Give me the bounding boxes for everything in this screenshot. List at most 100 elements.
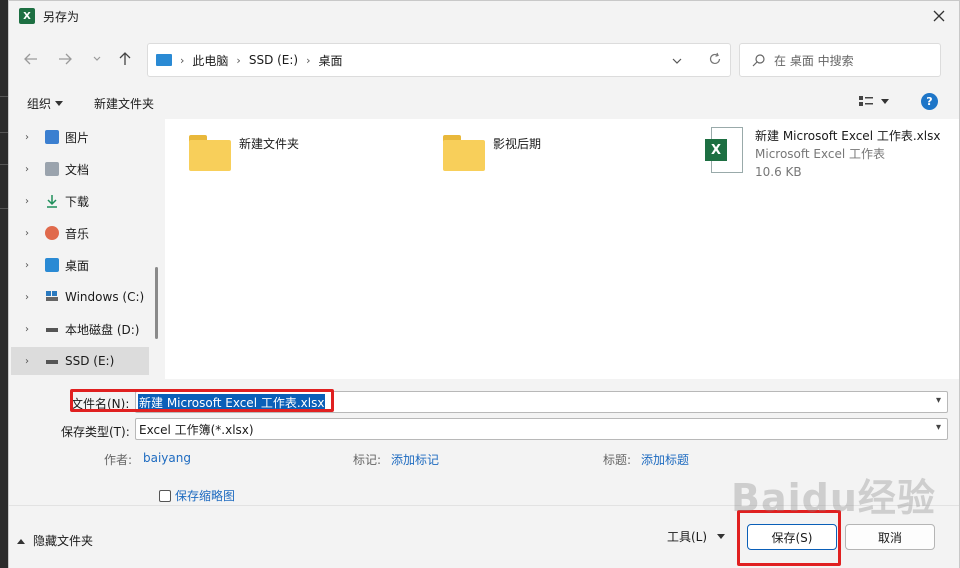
filetype-value: Excel 工作簿(*.xlsx) — [139, 422, 254, 437]
filetype-label: 保存类型(T): — [61, 425, 130, 439]
excel-app-icon: X — [19, 8, 35, 24]
nav-scrollbar[interactable] — [155, 267, 158, 339]
organize-menu-button[interactable]: 组织 — [27, 95, 64, 112]
background-strip — [0, 0, 8, 568]
chevron-down-icon — [672, 58, 682, 64]
navigation-pane: › 图片 › 文档 › 下载 › 音乐 › 桌面 › Windows (C:) — [9, 119, 165, 379]
file-name: 新建文件夹 — [239, 137, 300, 151]
sidebar-item-label: 本地磁盘 (D:) — [65, 322, 140, 337]
address-bar[interactable]: › 此电脑 › SSD (E:) › 桌面 — [147, 43, 731, 77]
recent-locations-button[interactable] — [87, 49, 107, 69]
sidebar-item-windows-c[interactable]: › Windows (C:) — [11, 283, 149, 311]
file-name: 新建 Microsoft Excel 工作表.xlsx — [755, 129, 941, 143]
chevron-right-icon[interactable]: › — [25, 260, 35, 271]
sidebar-item-music[interactable]: › 音乐 — [11, 219, 149, 247]
excel-file-icon: X — [705, 127, 743, 173]
sidebar-item-label: 音乐 — [65, 226, 90, 241]
caret-down-icon — [881, 98, 889, 104]
view-grid-icon — [859, 96, 873, 106]
sidebar-item-pictures[interactable]: › 图片 — [11, 123, 149, 151]
sidebar-item-downloads[interactable]: › 下载 — [11, 187, 149, 215]
chevron-right-icon: › — [306, 53, 311, 67]
save-as-dialog: X 另存为 › 此电脑 › SSD (E:) › 桌面 在 桌面 中搜索 组织 … — [8, 0, 960, 568]
tools-label: 工具(L) — [667, 530, 708, 544]
filetype-select[interactable]: Excel 工作簿(*.xlsx) ▾ — [135, 418, 948, 440]
chevron-down-icon: ▾ — [935, 422, 941, 433]
chevron-right-icon[interactable]: › — [25, 132, 35, 143]
forward-button[interactable] — [55, 49, 75, 69]
folder-icon — [189, 135, 231, 171]
back-button[interactable] — [21, 49, 41, 69]
breadcrumb-this-pc[interactable]: 此电脑 — [192, 52, 228, 69]
refresh-icon — [709, 52, 721, 65]
chevron-right-icon[interactable]: › — [25, 196, 35, 207]
breadcrumb-desktop[interactable]: 桌面 — [319, 52, 343, 69]
close-button[interactable] — [929, 6, 949, 26]
search-box[interactable]: 在 桌面 中搜索 — [739, 43, 941, 77]
hide-folders-toggle[interactable]: 隐藏文件夹 — [17, 532, 93, 549]
chevron-right-icon[interactable]: › — [25, 324, 35, 335]
file-list: 新建文件夹 影视后期 X 新建 Microsoft Excel 工作表.xlsx… — [165, 119, 959, 379]
file-type: Microsoft Excel 工作表 — [755, 147, 886, 161]
window-title: 另存为 — [43, 9, 80, 24]
file-size: 10.6 KB — [755, 165, 802, 179]
chevron-right-icon: › — [236, 53, 241, 67]
title-label: 标题: — [603, 453, 632, 467]
chevron-down-icon[interactable]: ▾ — [936, 395, 941, 406]
help-button[interactable]: ? — [921, 93, 938, 110]
save-thumbnail-checkbox[interactable]: 保存缩略图 — [159, 487, 235, 504]
desktop-icon — [45, 258, 59, 272]
sidebar-item-label: 图片 — [65, 130, 90, 145]
drive-icon — [46, 328, 58, 332]
help-icon: ? — [926, 95, 933, 108]
music-icon — [45, 226, 59, 240]
folder-icon — [443, 135, 485, 171]
checkbox-box[interactable] — [159, 489, 171, 502]
titlebar: X 另存为 — [9, 1, 959, 31]
arrow-up-icon — [119, 52, 131, 65]
this-pc-icon — [156, 54, 172, 66]
sidebar-item-ssd-e[interactable]: › SSD (E:) — [11, 347, 149, 375]
add-tags-link[interactable]: 添加标记 — [391, 451, 439, 468]
command-bar: 组织 新建文件夹 ? — [9, 87, 959, 119]
sidebar-item-local-disk-d[interactable]: › 本地磁盘 (D:) — [11, 315, 149, 343]
breadcrumb-ssd[interactable]: SSD (E:) — [249, 53, 298, 67]
navigation-row: › 此电脑 › SSD (E:) › 桌面 在 桌面 中搜索 — [9, 39, 959, 77]
caret-down-icon — [717, 534, 726, 539]
caret-up-icon — [17, 538, 25, 544]
watermark-logo: Baidu经验 — [731, 476, 936, 520]
sidebar-item-label: 下载 — [65, 194, 90, 209]
bg-tick — [0, 208, 8, 209]
up-button[interactable] — [115, 49, 135, 69]
search-placeholder: 在 桌面 中搜索 — [774, 53, 854, 68]
caret-down-icon — [55, 101, 64, 106]
address-history-dropdown[interactable] — [672, 53, 682, 67]
chevron-right-icon[interactable]: › — [25, 292, 35, 303]
arrow-left-icon — [24, 53, 37, 65]
tags-label: 标记: — [353, 453, 382, 467]
sidebar-item-documents[interactable]: › 文档 — [11, 155, 149, 183]
sidebar-item-label: SSD (E:) — [65, 354, 115, 368]
chevron-right-icon[interactable]: › — [25, 164, 35, 175]
save-thumbnail-label: 保存缩略图 — [175, 489, 236, 503]
documents-icon — [45, 162, 59, 176]
view-options-button[interactable] — [859, 95, 889, 107]
hide-folders-label: 隐藏文件夹 — [33, 534, 94, 548]
file-item-excel[interactable]: X 新建 Microsoft Excel 工作表.xlsx Microsoft … — [705, 127, 940, 181]
file-item-folder[interactable]: 新建文件夹 — [189, 129, 299, 171]
author-value[interactable]: baiyang — [143, 451, 191, 465]
file-name: 影视后期 — [493, 137, 542, 151]
sidebar-item-label: 文档 — [65, 162, 90, 177]
organize-label: 组织 — [27, 97, 52, 111]
chevron-right-icon[interactable]: › — [25, 228, 35, 239]
bg-tick — [0, 96, 8, 97]
file-item-folder[interactable]: 影视后期 — [443, 129, 541, 171]
add-title-link[interactable]: 添加标题 — [641, 451, 689, 468]
arrow-right-icon — [59, 53, 72, 65]
tools-menu-button[interactable]: 工具(L) — [667, 528, 726, 545]
chevron-right-icon[interactable]: › — [25, 356, 35, 367]
new-folder-button[interactable]: 新建文件夹 — [94, 95, 154, 112]
refresh-button[interactable] — [708, 52, 722, 69]
pictures-icon — [45, 130, 59, 144]
sidebar-item-desktop[interactable]: › 桌面 — [11, 251, 149, 279]
